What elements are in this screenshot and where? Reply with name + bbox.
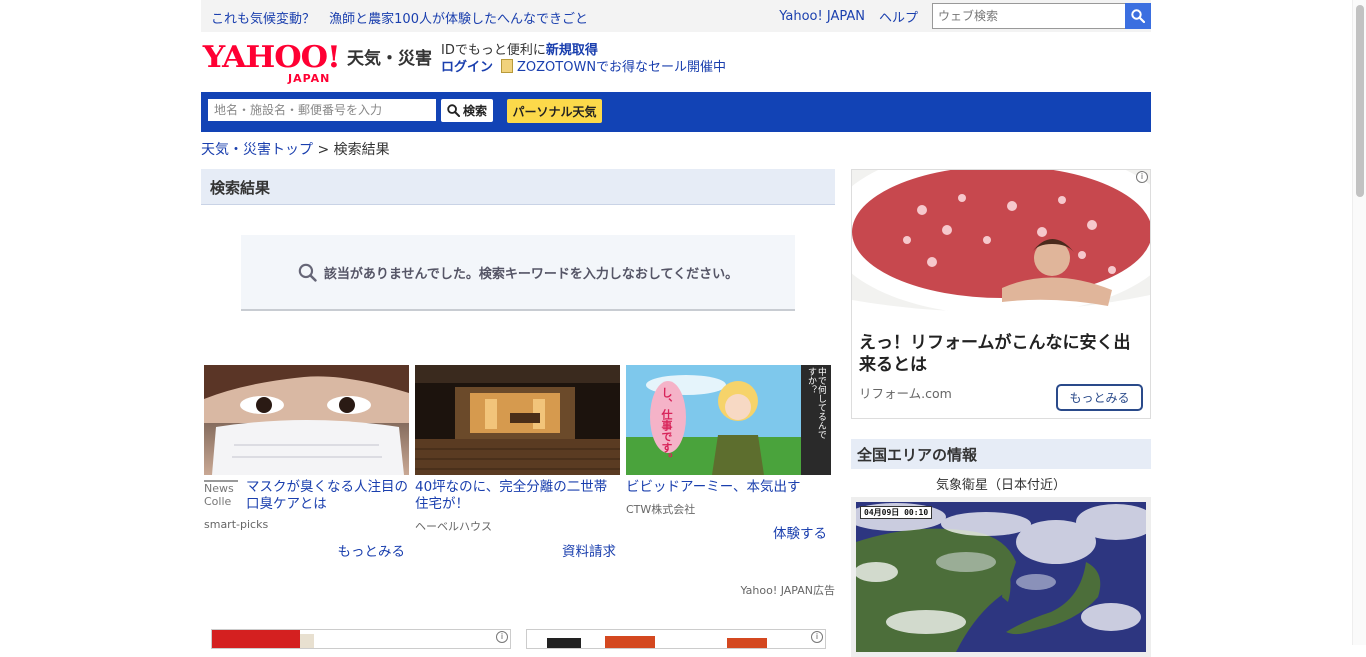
ad-source: smart-picks xyxy=(204,518,269,531)
breadcrumb-current: 検索結果 xyxy=(333,142,390,158)
breadcrumb-separator: > xyxy=(317,142,330,158)
id-text: IDでもっと便利に xyxy=(441,43,546,58)
web-search-input[interactable] xyxy=(932,3,1125,29)
sidebar-ad[interactable]: i えっ！リフォームがこんなに安く出来るとは リフォーム.com もっとみる xyxy=(851,169,1151,419)
logo-text: YAHOO! xyxy=(202,40,341,75)
ad-action-link[interactable]: もっとみる xyxy=(338,540,406,560)
top-right-links: Yahoo! JAPAN ヘルプ xyxy=(779,3,1151,29)
sidebar-ad-source: リフォーム.com xyxy=(859,386,952,401)
area-search-bar: 検索 パーソナル天気 xyxy=(201,92,1151,132)
ad-action-link[interactable]: 体験する xyxy=(773,522,827,542)
satellite-image[interactable]: 04月09日 00:10 xyxy=(856,502,1146,652)
yahoo-logo[interactable]: YAHOO! JAPAN xyxy=(202,40,341,86)
search-icon xyxy=(1131,9,1145,23)
top-bar: これも気候変動？ 漁師と農家100人が体験したへんなできごと Yahoo! JA… xyxy=(201,0,1151,32)
area-info-heading: 全国エリアの情報 xyxy=(851,439,1151,469)
ad-source: CTW株式会社 xyxy=(626,503,696,516)
ad-info-icon[interactable]: i xyxy=(1136,171,1148,183)
breadcrumb-home[interactable]: 天気・災害トップ xyxy=(201,142,313,158)
ad-action-link[interactable]: 資料請求 xyxy=(562,540,616,560)
sidebar-ad-image[interactable]: i xyxy=(852,170,1150,326)
satellite-timestamp: 04月09日 00:10 xyxy=(860,506,933,519)
ad-title[interactable]: マスクが臭くなる人注目の口臭ケアとは xyxy=(246,479,408,512)
ad-card-house[interactable]: 40坪なのに、完全分離の二世帯住宅が！ ヘーベルハウス 資料請求 xyxy=(415,365,620,560)
ad-image-side-text: 中で何してるんですか？ xyxy=(806,367,826,439)
page: これも気候変動？ 漁師と農家100人が体験したへんなできごと Yahoo! JA… xyxy=(201,0,1151,657)
ad-source: ヘーベルハウス xyxy=(415,520,492,533)
satellite-label: 気象衛星（日本付近） xyxy=(935,478,1066,493)
breadcrumb: 天気・災害トップ > 検索結果 xyxy=(201,139,390,159)
results-heading: 検索結果 xyxy=(201,169,835,205)
ad-label: Yahoo! JAPAN広告 xyxy=(740,584,835,597)
ad-image-game[interactable]: し、仕事です。 中で何してるんですか？ xyxy=(626,365,831,475)
news-colle-badge: News Colle xyxy=(204,480,238,508)
ad-image-mask[interactable] xyxy=(204,365,409,475)
ad-info-icon[interactable]: i xyxy=(811,631,823,643)
satellite-box: 04月09日 00:10 xyxy=(851,497,1151,657)
personal-weather-button[interactable]: パーソナル天気 xyxy=(507,99,602,123)
service-name[interactable]: 天気・災害 xyxy=(347,44,432,69)
yahoo-japan-link[interactable]: Yahoo! JAPAN xyxy=(779,9,865,24)
zozo-link[interactable]: ZOZOTOWNでお得なセール開催中 xyxy=(517,60,726,75)
bottom-ad-1[interactable]: i xyxy=(211,629,511,649)
ad-card-game[interactable]: し、仕事です。 中で何してるんですか？ ビビッドアーミー、本気出す CTW株式会… xyxy=(626,365,831,542)
ad-title[interactable]: 40坪なのに、完全分離の二世帯住宅が！ xyxy=(415,479,607,512)
sidebar-ad-more-button[interactable]: もっとみる xyxy=(1056,384,1143,411)
bottom-ad-2[interactable]: i xyxy=(526,629,826,649)
search-icon xyxy=(298,263,317,282)
zozo-icon xyxy=(501,59,514,73)
area-search-button[interactable]: 検索 xyxy=(441,99,493,122)
no-result-message: 該当がありませんでした。検索キーワードを入力しなおしてください。 xyxy=(241,235,795,311)
area-search-input[interactable] xyxy=(208,99,436,121)
area-search-label: 検索 xyxy=(462,104,487,118)
scrollbar-thumb[interactable] xyxy=(1356,5,1364,197)
signup-link[interactable]: 新規取得 xyxy=(546,43,598,58)
ad-image-house[interactable] xyxy=(415,365,620,475)
no-result-text: 該当がありませんでした。検索キーワードを入力しなおしてください。 xyxy=(323,266,739,282)
ad-card-mask[interactable]: News Colle マスクが臭くなる人注目の口臭ケアとは smart-pick… xyxy=(204,365,409,560)
ad-info-icon[interactable]: i xyxy=(496,631,508,643)
sidebar-ad-title[interactable]: えっ！リフォームがこんなに安く出来るとは xyxy=(852,326,1150,376)
logo-sub: JAPAN xyxy=(288,72,331,85)
login-box: IDでもっと便利に新規取得 ログイン ZOZOTOWNでお得なセール開催中 xyxy=(441,42,726,76)
ad-image-text: し、仕事です。 xyxy=(660,387,673,464)
ad-title[interactable]: ビビッドアーミー、本気出す xyxy=(626,479,801,495)
help-link[interactable]: ヘルプ xyxy=(879,7,918,26)
scrollbar[interactable] xyxy=(1352,0,1366,645)
promo-link-1[interactable]: これも気候変動？ xyxy=(211,12,315,27)
web-search-button[interactable] xyxy=(1125,3,1151,29)
search-icon xyxy=(447,104,460,117)
login-link[interactable]: ログイン xyxy=(441,60,493,75)
promo-links: これも気候変動？ 漁師と農家100人が体験したへんなできごと xyxy=(211,8,598,27)
header: YAHOO! JAPAN 天気・災害 IDでもっと便利に新規取得 ログイン ZOZ… xyxy=(201,32,1151,92)
promo-link-2[interactable]: 漁師と農家100人が体験したへんなできごと xyxy=(329,12,588,27)
